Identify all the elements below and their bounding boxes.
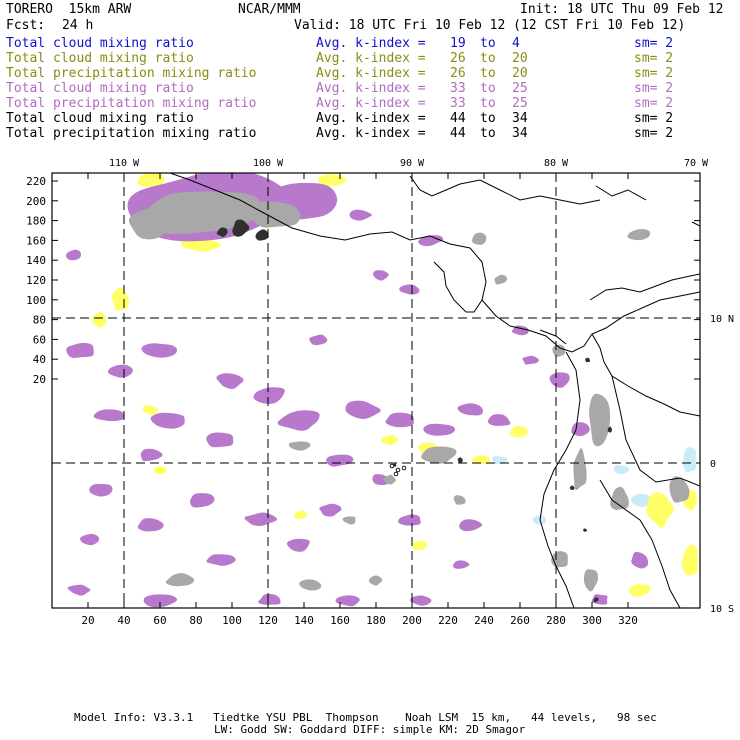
- cloud-purple: [423, 423, 456, 436]
- y-tick-label: 180: [26, 215, 46, 228]
- cloud-lightblue: [683, 447, 697, 473]
- x-tick-label: 280: [546, 614, 566, 627]
- y-tick-label: 200: [26, 195, 46, 208]
- x-tick-label: 120: [258, 614, 278, 627]
- y-tick-label: 40: [33, 353, 46, 366]
- x-tick-label: 200: [402, 614, 422, 627]
- x-tick-label: 180: [366, 614, 386, 627]
- x-tick-label: 260: [510, 614, 530, 627]
- x-tick-label: 80: [189, 614, 202, 627]
- x-tick-label: 160: [330, 614, 350, 627]
- x-tick-label: 320: [618, 614, 638, 627]
- x-tick-label: 220: [438, 614, 458, 627]
- longitude-label: 100 W: [253, 158, 284, 169]
- y-tick-label: 60: [33, 333, 46, 346]
- cloud-purple: [206, 432, 234, 448]
- y-tick-label: 100: [26, 294, 46, 307]
- x-tick-label: 100: [222, 614, 242, 627]
- longitude-label: 90 W: [400, 158, 425, 169]
- latitude-label: 0: [710, 459, 716, 470]
- weather-map: 20 40 60 80 100 120 140 160 180 200 220 240 260 280 30…: [26, 158, 734, 627]
- x-tick-label: 40: [117, 614, 130, 627]
- y-tick-label: 220: [26, 175, 46, 188]
- longitude-label: 80 W: [544, 158, 569, 169]
- x-tick-label: 60: [153, 614, 166, 627]
- y-tick-label: 20: [33, 373, 46, 386]
- latitude-label: 10 S: [710, 604, 734, 615]
- y-tick-label: 160: [26, 234, 46, 247]
- longitude-label: 110 W: [109, 158, 140, 169]
- x-tick-label: 20: [81, 614, 94, 627]
- y-tick-label: 120: [26, 274, 46, 287]
- model-info-line2: LW: Godd SW: Goddard DIFF: simple KM: 2D…: [214, 723, 526, 736]
- y-tick-label: 80: [33, 314, 46, 327]
- x-tick-label: 300: [582, 614, 602, 627]
- longitude-label: 70 W: [684, 158, 709, 169]
- latitude-label: 10 N: [710, 314, 734, 325]
- y-tick-label: 140: [26, 254, 46, 267]
- x-tick-label: 240: [474, 614, 494, 627]
- x-tick-label: 140: [294, 614, 314, 627]
